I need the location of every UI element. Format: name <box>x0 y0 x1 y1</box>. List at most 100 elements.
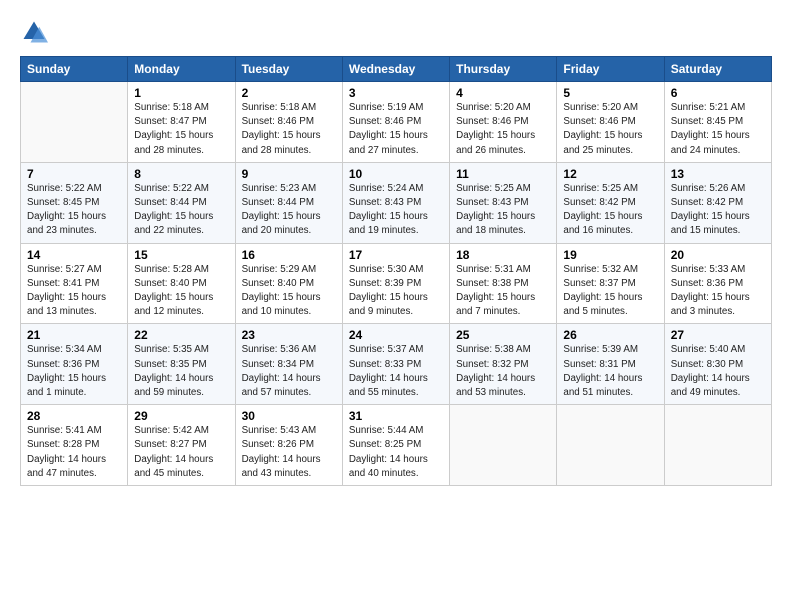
header-cell-thursday: Thursday <box>450 57 557 82</box>
day-info: Sunrise: 5:24 AMSunset: 8:43 PMDaylight:… <box>349 182 443 239</box>
date-number: 13 <box>671 167 765 181</box>
date-number: 8 <box>134 167 228 181</box>
day-info: Sunrise: 5:34 AMSunset: 8:36 PMDaylight:… <box>27 343 121 400</box>
week-row-5: 28Sunrise: 5:41 AMSunset: 8:28 PMDayligh… <box>21 405 772 486</box>
day-cell: 1Sunrise: 5:18 AMSunset: 8:47 PMDaylight… <box>128 82 235 163</box>
date-number: 20 <box>671 248 765 262</box>
date-number: 19 <box>563 248 657 262</box>
date-number: 16 <box>242 248 336 262</box>
day-cell: 12Sunrise: 5:25 AMSunset: 8:42 PMDayligh… <box>557 162 664 243</box>
date-number: 1 <box>134 86 228 100</box>
date-number: 17 <box>349 248 443 262</box>
date-number: 4 <box>456 86 550 100</box>
day-cell <box>450 405 557 486</box>
day-info: Sunrise: 5:18 AMSunset: 8:47 PMDaylight:… <box>134 101 228 158</box>
day-info: Sunrise: 5:43 AMSunset: 8:26 PMDaylight:… <box>242 424 336 481</box>
day-info: Sunrise: 5:38 AMSunset: 8:32 PMDaylight:… <box>456 343 550 400</box>
day-cell <box>664 405 771 486</box>
day-cell <box>21 82 128 163</box>
day-info: Sunrise: 5:35 AMSunset: 8:35 PMDaylight:… <box>134 343 228 400</box>
day-cell <box>557 405 664 486</box>
header-cell-sunday: Sunday <box>21 57 128 82</box>
header-cell-saturday: Saturday <box>664 57 771 82</box>
date-number: 9 <box>242 167 336 181</box>
day-cell: 21Sunrise: 5:34 AMSunset: 8:36 PMDayligh… <box>21 324 128 405</box>
date-number: 2 <box>242 86 336 100</box>
date-number: 27 <box>671 328 765 342</box>
day-info: Sunrise: 5:25 AMSunset: 8:43 PMDaylight:… <box>456 182 550 239</box>
date-number: 11 <box>456 167 550 181</box>
day-cell: 14Sunrise: 5:27 AMSunset: 8:41 PMDayligh… <box>21 243 128 324</box>
day-cell: 15Sunrise: 5:28 AMSunset: 8:40 PMDayligh… <box>128 243 235 324</box>
date-number: 24 <box>349 328 443 342</box>
header-cell-wednesday: Wednesday <box>342 57 449 82</box>
date-number: 18 <box>456 248 550 262</box>
date-number: 25 <box>456 328 550 342</box>
page: SundayMondayTuesdayWednesdayThursdayFrid… <box>0 0 792 496</box>
date-number: 26 <box>563 328 657 342</box>
day-cell: 18Sunrise: 5:31 AMSunset: 8:38 PMDayligh… <box>450 243 557 324</box>
logo-icon <box>20 18 48 46</box>
day-cell: 2Sunrise: 5:18 AMSunset: 8:46 PMDaylight… <box>235 82 342 163</box>
day-info: Sunrise: 5:39 AMSunset: 8:31 PMDaylight:… <box>563 343 657 400</box>
day-cell: 23Sunrise: 5:36 AMSunset: 8:34 PMDayligh… <box>235 324 342 405</box>
date-number: 28 <box>27 409 121 423</box>
day-info: Sunrise: 5:21 AMSunset: 8:45 PMDaylight:… <box>671 101 765 158</box>
header-cell-tuesday: Tuesday <box>235 57 342 82</box>
day-cell: 27Sunrise: 5:40 AMSunset: 8:30 PMDayligh… <box>664 324 771 405</box>
day-info: Sunrise: 5:41 AMSunset: 8:28 PMDaylight:… <box>27 424 121 481</box>
day-info: Sunrise: 5:22 AMSunset: 8:45 PMDaylight:… <box>27 182 121 239</box>
day-cell: 16Sunrise: 5:29 AMSunset: 8:40 PMDayligh… <box>235 243 342 324</box>
day-cell: 13Sunrise: 5:26 AMSunset: 8:42 PMDayligh… <box>664 162 771 243</box>
header-cell-friday: Friday <box>557 57 664 82</box>
day-cell: 10Sunrise: 5:24 AMSunset: 8:43 PMDayligh… <box>342 162 449 243</box>
day-cell: 17Sunrise: 5:30 AMSunset: 8:39 PMDayligh… <box>342 243 449 324</box>
day-info: Sunrise: 5:40 AMSunset: 8:30 PMDaylight:… <box>671 343 765 400</box>
day-cell: 20Sunrise: 5:33 AMSunset: 8:36 PMDayligh… <box>664 243 771 324</box>
date-number: 22 <box>134 328 228 342</box>
date-number: 10 <box>349 167 443 181</box>
day-info: Sunrise: 5:30 AMSunset: 8:39 PMDaylight:… <box>349 263 443 320</box>
day-info: Sunrise: 5:44 AMSunset: 8:25 PMDaylight:… <box>349 424 443 481</box>
day-info: Sunrise: 5:32 AMSunset: 8:37 PMDaylight:… <box>563 263 657 320</box>
day-info: Sunrise: 5:33 AMSunset: 8:36 PMDaylight:… <box>671 263 765 320</box>
day-info: Sunrise: 5:19 AMSunset: 8:46 PMDaylight:… <box>349 101 443 158</box>
week-row-4: 21Sunrise: 5:34 AMSunset: 8:36 PMDayligh… <box>21 324 772 405</box>
date-number: 15 <box>134 248 228 262</box>
day-info: Sunrise: 5:25 AMSunset: 8:42 PMDaylight:… <box>563 182 657 239</box>
day-info: Sunrise: 5:29 AMSunset: 8:40 PMDaylight:… <box>242 263 336 320</box>
day-cell: 25Sunrise: 5:38 AMSunset: 8:32 PMDayligh… <box>450 324 557 405</box>
day-info: Sunrise: 5:42 AMSunset: 8:27 PMDaylight:… <box>134 424 228 481</box>
day-info: Sunrise: 5:20 AMSunset: 8:46 PMDaylight:… <box>563 101 657 158</box>
day-info: Sunrise: 5:28 AMSunset: 8:40 PMDaylight:… <box>134 263 228 320</box>
day-cell: 3Sunrise: 5:19 AMSunset: 8:46 PMDaylight… <box>342 82 449 163</box>
date-number: 30 <box>242 409 336 423</box>
day-cell: 29Sunrise: 5:42 AMSunset: 8:27 PMDayligh… <box>128 405 235 486</box>
day-info: Sunrise: 5:37 AMSunset: 8:33 PMDaylight:… <box>349 343 443 400</box>
date-number: 6 <box>671 86 765 100</box>
day-cell: 31Sunrise: 5:44 AMSunset: 8:25 PMDayligh… <box>342 405 449 486</box>
day-info: Sunrise: 5:18 AMSunset: 8:46 PMDaylight:… <box>242 101 336 158</box>
day-cell: 22Sunrise: 5:35 AMSunset: 8:35 PMDayligh… <box>128 324 235 405</box>
date-number: 29 <box>134 409 228 423</box>
day-info: Sunrise: 5:36 AMSunset: 8:34 PMDaylight:… <box>242 343 336 400</box>
header-cell-monday: Monday <box>128 57 235 82</box>
date-number: 23 <box>242 328 336 342</box>
header <box>20 18 772 46</box>
header-row: SundayMondayTuesdayWednesdayThursdayFrid… <box>21 57 772 82</box>
day-info: Sunrise: 5:31 AMSunset: 8:38 PMDaylight:… <box>456 263 550 320</box>
day-cell: 6Sunrise: 5:21 AMSunset: 8:45 PMDaylight… <box>664 82 771 163</box>
date-number: 21 <box>27 328 121 342</box>
day-cell: 4Sunrise: 5:20 AMSunset: 8:46 PMDaylight… <box>450 82 557 163</box>
date-number: 12 <box>563 167 657 181</box>
day-cell: 24Sunrise: 5:37 AMSunset: 8:33 PMDayligh… <box>342 324 449 405</box>
day-cell: 7Sunrise: 5:22 AMSunset: 8:45 PMDaylight… <box>21 162 128 243</box>
day-cell: 19Sunrise: 5:32 AMSunset: 8:37 PMDayligh… <box>557 243 664 324</box>
week-row-1: 1Sunrise: 5:18 AMSunset: 8:47 PMDaylight… <box>21 82 772 163</box>
week-row-2: 7Sunrise: 5:22 AMSunset: 8:45 PMDaylight… <box>21 162 772 243</box>
date-number: 14 <box>27 248 121 262</box>
date-number: 31 <box>349 409 443 423</box>
day-cell: 30Sunrise: 5:43 AMSunset: 8:26 PMDayligh… <box>235 405 342 486</box>
date-number: 3 <box>349 86 443 100</box>
day-cell: 11Sunrise: 5:25 AMSunset: 8:43 PMDayligh… <box>450 162 557 243</box>
